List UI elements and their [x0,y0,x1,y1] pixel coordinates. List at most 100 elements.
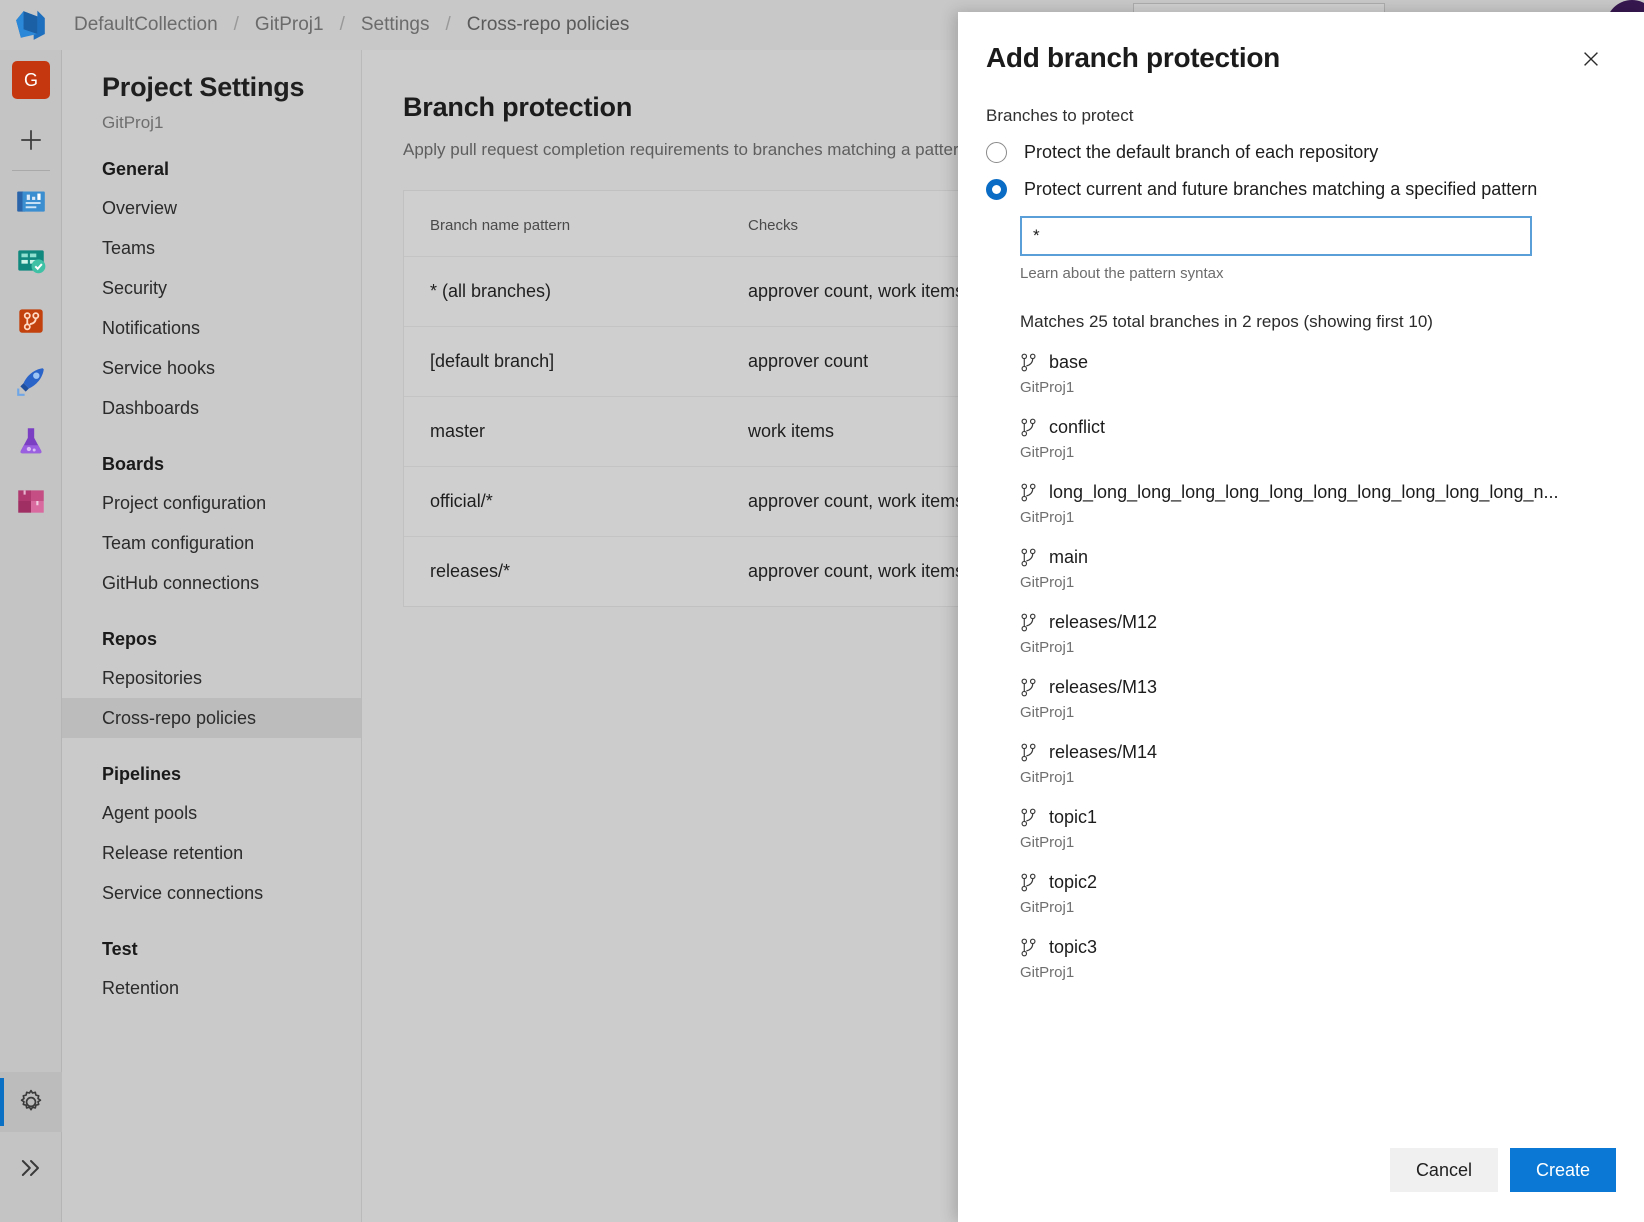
list-item: releases/M13 GitProj1 [1020,677,1616,721]
dialog-header: Add branch protection [958,12,1644,76]
breadcrumb: DefaultCollection / GitProj1 / Settings … [72,14,631,36]
app-root: DefaultCollection / GitProj1 / Settings … [0,0,1644,1222]
sidebar-item-project-settings[interactable] [0,1072,62,1132]
pattern-syntax-link[interactable]: Learn about the pattern syntax [1020,265,1616,282]
breadcrumb-separator: / [220,14,253,36]
add-icon [18,127,44,153]
branch-repo: GitProj1 [1020,509,1616,526]
cell-pattern: [default branch] [430,351,748,372]
branch-name: releases/M14 [1049,742,1157,763]
overview-icon [14,184,48,218]
sidebar-item-teams[interactable]: Teams [62,228,361,268]
sidebar-item-test-plans[interactable] [0,411,62,471]
sidebar-item-security[interactable]: Security [62,268,361,308]
artifacts-icon [14,484,48,518]
cell-pattern: * (all branches) [430,281,748,302]
breadcrumb-separator: / [432,14,465,36]
testplans-icon [14,424,48,458]
sidebar-item-dashboards[interactable]: Dashboards [62,388,361,428]
avatar-initial: G [12,61,50,99]
dialog-footer: Cancel Create [958,1148,1644,1222]
sidebar-item-team-configuration[interactable]: Team configuration [62,523,361,563]
branch-name: conflict [1049,417,1105,438]
radio-icon [986,142,1007,163]
expand-rail-button[interactable] [0,1138,62,1198]
branch-pattern-input[interactable] [1020,216,1532,256]
avatar[interactable]: G [0,50,62,110]
sidebar-item-service-connections[interactable]: Service connections [62,873,361,913]
breadcrumb-item-project[interactable]: GitProj1 [253,14,326,36]
sidebar-item-overview[interactable]: Overview [62,188,361,228]
matches-summary: Matches 25 total branches in 2 repos (sh… [1020,312,1616,332]
sidebar-item-release-retention[interactable]: Release retention [62,833,361,873]
azure-devops-logo[interactable] [0,0,62,50]
pipelines-icon [14,364,48,398]
nav-group-repos: Repos [62,603,361,658]
radio-protect-pattern[interactable]: Protect current and future branches matc… [986,179,1616,200]
git-branch-icon [1020,743,1037,762]
radio-protect-default-branch[interactable]: Protect the default branch of each repos… [986,142,1616,163]
branch-repo: GitProj1 [1020,704,1616,721]
nav-group-general: General [62,133,361,188]
list-item: releases/M12 GitProj1 [1020,612,1616,656]
close-icon [1580,48,1602,70]
sidebar-item-boards[interactable] [0,231,62,291]
sidebar-item-service-hooks[interactable]: Service hooks [62,348,361,388]
nav-group-pipelines: Pipelines [62,738,361,793]
branch-repo: GitProj1 [1020,444,1616,461]
boards-icon [14,244,48,278]
sidebar-item-notifications[interactable]: Notifications [62,308,361,348]
close-button[interactable] [1574,42,1608,76]
radio-label: Protect the default branch of each repos… [1024,142,1378,163]
repos-icon [14,304,48,338]
matched-branch-list: base GitProj1 [986,352,1616,981]
cell-pattern: official/* [430,491,748,512]
cancel-button[interactable]: Cancel [1390,1148,1498,1192]
cell-pattern: master [430,421,748,442]
sidebar-item-retention[interactable]: Retention [62,968,361,1008]
create-button[interactable]: Create [1510,1148,1616,1192]
project-name: GitProj1 [62,103,361,133]
new-item-button[interactable] [0,110,62,170]
sidebar-item-pipelines[interactable] [0,351,62,411]
branch-name: long_long_long_long_long_long_long_long_… [1049,482,1558,503]
radio-label: Protect current and future branches matc… [1024,179,1537,200]
sidebar-item-artifacts[interactable] [0,471,62,531]
sidebar-item-cross-repo-policies[interactable]: Cross-repo policies [62,698,361,738]
radio-icon-selected [986,179,1007,200]
left-icon-rail: G [0,50,62,1222]
branch-repo: GitProj1 [1020,574,1616,591]
list-item: long_long_long_long_long_long_long_long_… [1020,482,1616,526]
dialog-title: Add branch protection [986,42,1280,74]
branch-repo: GitProj1 [1020,639,1616,656]
branch-repo: GitProj1 [1020,834,1616,851]
breadcrumb-separator: / [326,14,359,36]
git-branch-icon [1020,353,1037,372]
sidebar-item-github-connections[interactable]: GitHub connections [62,563,361,603]
chevron-double-right-icon [17,1154,45,1182]
breadcrumb-item-settings[interactable]: Settings [359,14,432,36]
branch-repo: GitProj1 [1020,899,1616,916]
cell-pattern: releases/* [430,561,748,582]
sidebar-item-project-configuration[interactable]: Project configuration [62,483,361,523]
branch-name: topic2 [1049,872,1097,893]
sidebar-item-agent-pools[interactable]: Agent pools [62,793,361,833]
page-title: Project Settings [62,72,361,103]
branch-repo: GitProj1 [1020,379,1616,396]
branch-name: topic1 [1049,807,1097,828]
list-item: conflict GitProj1 [1020,417,1616,461]
add-branch-protection-dialog: Add branch protection Branches to protec… [958,12,1644,1222]
sidebar-item-repos[interactable] [0,291,62,351]
branch-name: releases/M13 [1049,677,1157,698]
git-branch-icon [1020,873,1037,892]
list-item: releases/M14 GitProj1 [1020,742,1616,786]
branch-name: releases/M12 [1049,612,1157,633]
list-item: main GitProj1 [1020,547,1616,591]
branch-repo: GitProj1 [1020,769,1616,786]
sidebar-item-repositories[interactable]: Repositories [62,658,361,698]
git-branch-icon [1020,548,1037,567]
sidebar-item-overview[interactable] [0,171,62,231]
project-settings-nav: Project Settings GitProj1 General Overvi… [62,50,362,1222]
breadcrumb-item-collection[interactable]: DefaultCollection [72,14,220,36]
gear-icon [17,1088,45,1116]
